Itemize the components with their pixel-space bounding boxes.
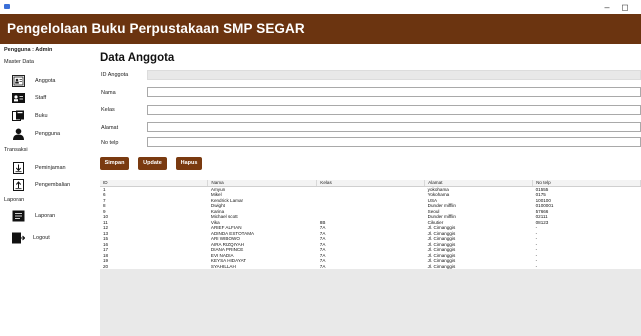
no-telp-field[interactable] [147,137,641,147]
window-titlebar: – ◻ [0,0,641,14]
update-button[interactable]: Update [138,157,167,170]
restore-button[interactable]: ◻ [618,1,632,13]
app-icon [4,4,10,9]
sidebar-item-label: Pengembalian [35,182,71,188]
main-panel: Data Anggota ID Anggota Nama Kelas Alama… [92,44,641,336]
current-user-label: Pengguna : Admin [4,47,53,53]
sidebar-item-staff[interactable]: Staff [12,91,88,107]
cell-kelas: 7A [319,263,326,269]
app-title: Pengelolaan Buku Perpustakaan SMP SEGAR [7,21,305,36]
minimize-button[interactable]: – [600,1,614,13]
section-transaksi: Transaksi [4,147,28,153]
sidebar-item-label: Laporan [35,213,56,219]
section-laporan: Laporan [4,197,25,203]
cell-id: 20 [103,263,109,269]
member-card-icon [12,75,25,87]
sidebar: Pengguna : Admin Master Data Anggota Sta… [0,44,92,336]
sidebar-item-peminjaman[interactable]: Peminjaman [12,161,88,177]
sidebar-item-label: Peminjaman [35,165,66,171]
id-anggota-field[interactable] [147,70,641,80]
sidebar-item-pengembalian[interactable]: Pengembalian [12,178,88,194]
anggota-table-area: ID Nama Kelas Alamat No telp 1 Amyun yokoh… [100,180,641,336]
sidebar-item-laporan[interactable]: Laporan [12,209,88,225]
kelas-label: Kelas [101,107,115,113]
sidebar-item-label: Pengguna [35,131,61,137]
nama-label: Nama [101,90,116,96]
borrow-icon [13,162,24,174]
sidebar-item-pengguna[interactable]: Pengguna [12,127,88,143]
logout-icon [12,232,25,244]
sidebar-item-label: Buku [35,113,48,119]
sidebar-item-buku[interactable]: Buku [12,109,88,125]
alamat-field[interactable] [147,122,641,132]
user-icon [13,128,24,140]
anggota-table: ID Nama Kelas Alamat No telp 1 Amyun yokoh… [100,180,641,269]
id-anggota-label: ID Anggota [101,72,129,78]
simpan-button[interactable]: Simpan [100,157,129,170]
no-telp-label: No telp [101,140,119,146]
cell-nama: SYAHILLAH [210,263,236,269]
hapus-button[interactable]: Hapus [176,157,202,170]
cell-no-telp: - [535,263,538,269]
report-icon [12,210,25,222]
sidebar-item-label: Staff [35,95,47,101]
kelas-field[interactable] [147,105,641,115]
sidebar-item-anggota[interactable]: Anggota [12,74,88,90]
nama-field[interactable] [147,87,641,97]
page-title: Data Anggota [100,52,175,64]
alamat-label: Alamat [101,125,119,131]
table-body: 1 Amyun yokohama 01555 6 Mikel Yokohama 0175 7 Ke… [100,186,641,269]
book-icon [12,110,24,121]
sidebar-item-logout[interactable]: Logout [12,231,88,247]
sidebar-item-label: Anggota [35,78,56,84]
table-row[interactable]: 20 SYAHILLAH 7A Jl. Cimanggis - [100,264,641,270]
staff-icon [12,93,25,103]
return-icon [13,179,24,191]
section-master-data: Master Data [4,59,34,65]
sidebar-item-label: Logout [33,235,50,241]
cell-alamat: Jl. Cimanggis [427,263,456,269]
app-header: Pengelolaan Buku Perpustakaan SMP SEGAR [0,14,641,44]
